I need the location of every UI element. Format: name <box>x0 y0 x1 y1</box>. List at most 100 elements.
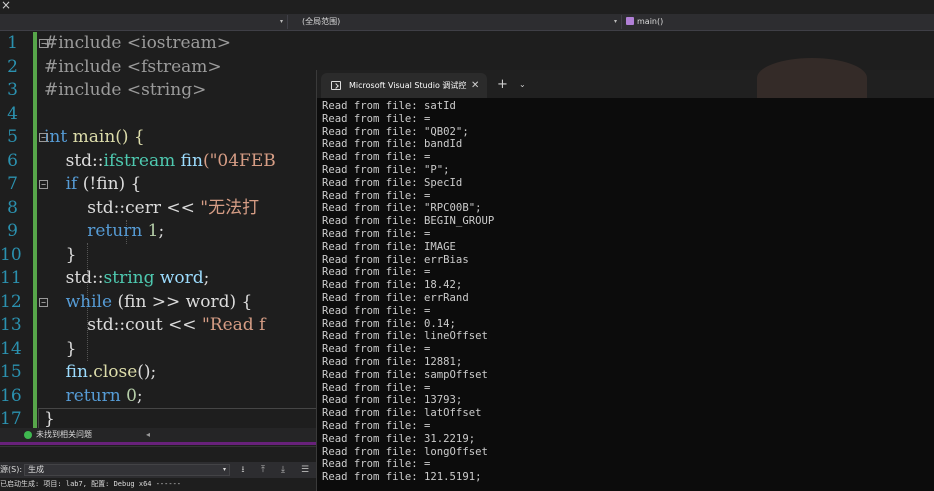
terminal-line: Read from file: = <box>322 381 431 394</box>
terminal-tab-title: Microsoft Visual Studio 调试控 <box>349 81 467 90</box>
code-text: fin <box>44 362 88 382</box>
top-strip: × <box>0 0 934 14</box>
terminal-line: Read from file: BEGIN_GROUP <box>322 215 495 228</box>
output-toolbar: 源(S): 生成 ▾ ⭳ ⤒ ⤓ ☰ <box>0 462 316 478</box>
terminal-line: Read from file: = <box>322 343 431 356</box>
terminal-line: Read from file: 18.42; <box>322 279 463 292</box>
previous-message-icon[interactable]: ⤒ <box>256 464 270 476</box>
terminal-tab-bar: Microsoft Visual Studio 调试控 ✕ + ⌄ <box>317 58 934 98</box>
divider <box>0 442 316 445</box>
line-number: 11 <box>0 268 22 288</box>
line-number: 14 <box>0 338 22 359</box>
code-text: (fin >> word) { <box>112 291 253 312</box>
terminal-line: Read from file: 13793; <box>322 394 463 407</box>
line-number: 12 <box>0 291 22 312</box>
line-number: 10 <box>0 244 22 265</box>
output-text: 已启动生成: 项目: lab7, 配置: Debug x64 ------ <box>0 480 182 488</box>
code-text: (!fin) { <box>77 174 142 194</box>
terminal-line: Read from file: longOffset <box>322 445 488 458</box>
background-decoration <box>757 58 867 98</box>
code-text: "Read f <box>201 315 266 335</box>
code-text: ; <box>136 385 143 406</box>
terminal-line: Read from file: 0.14; <box>322 317 456 330</box>
fold-toggle-icon[interactable]: − <box>39 39 48 48</box>
terminal-tab[interactable]: Microsoft Visual Studio 调试控 ✕ <box>321 73 487 98</box>
project-dropdown[interactable]: ▾ <box>36 15 288 29</box>
terminal-line: Read from file: latOffset <box>322 407 482 420</box>
terminal-line: Read from file: 31.2219; <box>322 432 476 445</box>
close-tab-icon[interactable]: ✕ <box>471 73 479 98</box>
code-text: } <box>44 338 77 359</box>
chevron-down-icon: ▾ <box>222 466 226 473</box>
terminal-line: Read from file: "QB02"; <box>322 125 469 138</box>
code-text: 0 <box>120 385 137 406</box>
code-text: return <box>44 221 143 241</box>
terminal-line: Read from file: errBias <box>322 253 469 266</box>
code-text: fin <box>175 150 203 171</box>
terminal-line: Read from file: errRand <box>322 291 469 304</box>
chevron-down-icon[interactable]: ⌄ <box>519 73 526 97</box>
editor-status-line: 未找到相关问题 ◂ <box>0 428 316 442</box>
output-source-label: 源(S): <box>0 465 23 474</box>
terminal-output[interactable]: Read from file: satId Read from file: = Re… <box>322 100 932 484</box>
horizontal-scrollbar[interactable] <box>0 446 316 460</box>
terminal-line: Read from file: 121.5191; <box>322 471 482 484</box>
terminal-icon <box>331 81 341 90</box>
next-message-icon[interactable]: ⤓ <box>276 464 290 476</box>
clear-all-icon[interactable]: ☰ <box>298 464 312 476</box>
line-number: 15 <box>0 362 22 382</box>
scope-dropdown-value: (全局范围) <box>302 17 341 26</box>
debug-console-window[interactable]: Microsoft Visual Studio 调试控 ✕ + ⌄ Read f… <box>316 58 934 491</box>
code-text: std::cerr << <box>44 197 201 218</box>
line-number: 4 <box>7 103 18 124</box>
code-text: std:: <box>44 150 104 171</box>
code-text: string <box>103 268 155 288</box>
line-number: 6 <box>7 150 18 171</box>
fold-toggle-icon[interactable]: − <box>39 180 48 189</box>
function-icon <box>626 17 634 25</box>
code-text: (); <box>137 362 157 382</box>
terminal-line: Read from file: = <box>322 266 431 279</box>
member-dropdown[interactable]: main() <box>624 15 934 29</box>
find-message-icon[interactable]: ⭳ <box>236 464 250 476</box>
line-number: 7 <box>7 174 18 194</box>
code-text: return <box>44 385 121 406</box>
code-text: ; <box>203 268 210 288</box>
line-number: 1 <box>7 33 18 53</box>
chevron-down-icon: ▾ <box>279 18 283 25</box>
terminal-line: Read from file: = <box>322 189 431 202</box>
code-text: std::cout << <box>44 315 202 335</box>
terminal-line: Read from file: "RPC00B"; <box>322 202 482 215</box>
scope-dropdown[interactable]: (全局范围) ▾ <box>296 15 622 29</box>
line-number-gutter: 1 2 3 4 5 6 7 8 9 10 11 12 13 14 15 16 17 <box>0 32 32 432</box>
terminal-line: Read from file: = <box>322 419 431 432</box>
line-number: 16 <box>0 385 22 406</box>
terminal-line: Read from file: = <box>322 458 431 471</box>
issues-status[interactable]: 未找到相关问题 <box>36 428 92 442</box>
navigation-bar: ▾ (全局范围) ▾ main() <box>0 14 934 31</box>
terminal-line: Read from file: lineOffset <box>322 330 488 343</box>
code-text: while <box>44 291 113 312</box>
code-line-1[interactable]: − #include <iostream> <box>39 32 934 56</box>
code-text: #include <iostream> <box>44 33 232 53</box>
scroll-left-icon[interactable]: ◂ <box>146 428 150 442</box>
new-tab-icon[interactable]: + <box>497 73 508 97</box>
line-number: 9 <box>7 221 18 241</box>
fold-toggle-icon[interactable]: − <box>39 133 48 142</box>
code-text: .close <box>87 362 138 382</box>
code-text: } <box>44 244 77 265</box>
terminal-line: Read from file: sampOffset <box>322 368 488 381</box>
terminal-line: Read from file: = <box>322 151 431 164</box>
terminal-line: Read from file: bandId <box>322 138 463 151</box>
code-text: ifstream <box>103 150 176 171</box>
terminal-line: Read from file: = <box>322 304 431 317</box>
line-number: 8 <box>7 197 18 218</box>
close-icon[interactable]: × <box>1 0 11 12</box>
output-source-select[interactable]: 生成 ▾ <box>24 464 230 476</box>
terminal-line: Read from file: SpecId <box>322 176 463 189</box>
fold-toggle-icon[interactable]: − <box>39 297 48 307</box>
code-text: word <box>154 268 204 288</box>
line-number: 3 <box>7 80 18 100</box>
line-number: 5 <box>7 127 18 147</box>
code-text: #include <string> <box>44 80 207 100</box>
